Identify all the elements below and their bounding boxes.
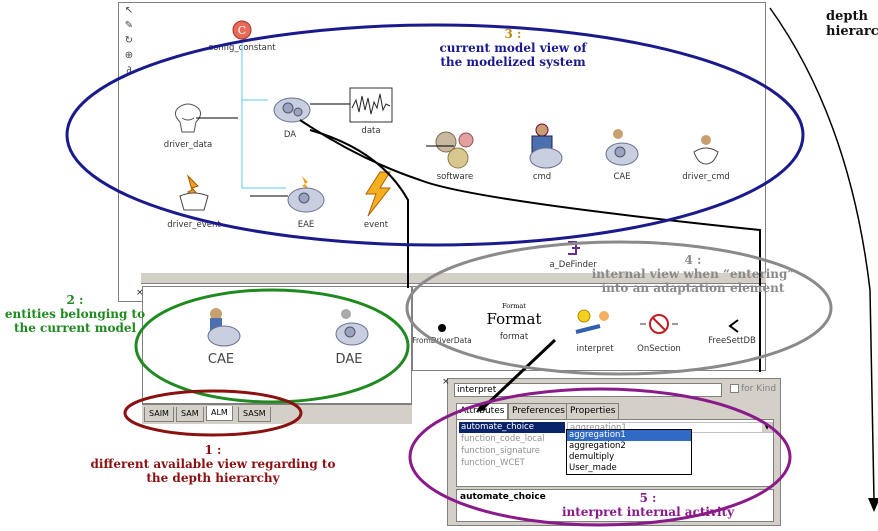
arrow-head-icon <box>868 498 878 512</box>
annotation-4: 4 : internal view when “entering” into a… <box>591 253 795 295</box>
arrow-line <box>481 338 557 410</box>
depth-hierarchy-label: depth hierarchy <box>826 9 878 39</box>
annotation-5: 5 : interpret internal activity <box>561 491 735 519</box>
annotation-3: 3 : current model view of the modelized … <box>439 27 587 69</box>
annotation-1: 1 : different available view regarding t… <box>90 443 336 485</box>
connector-line <box>241 40 286 189</box>
annotation-ellipse-2 <box>134 288 410 404</box>
annotation-2: 2 : entities belonging to the current mo… <box>4 293 146 335</box>
